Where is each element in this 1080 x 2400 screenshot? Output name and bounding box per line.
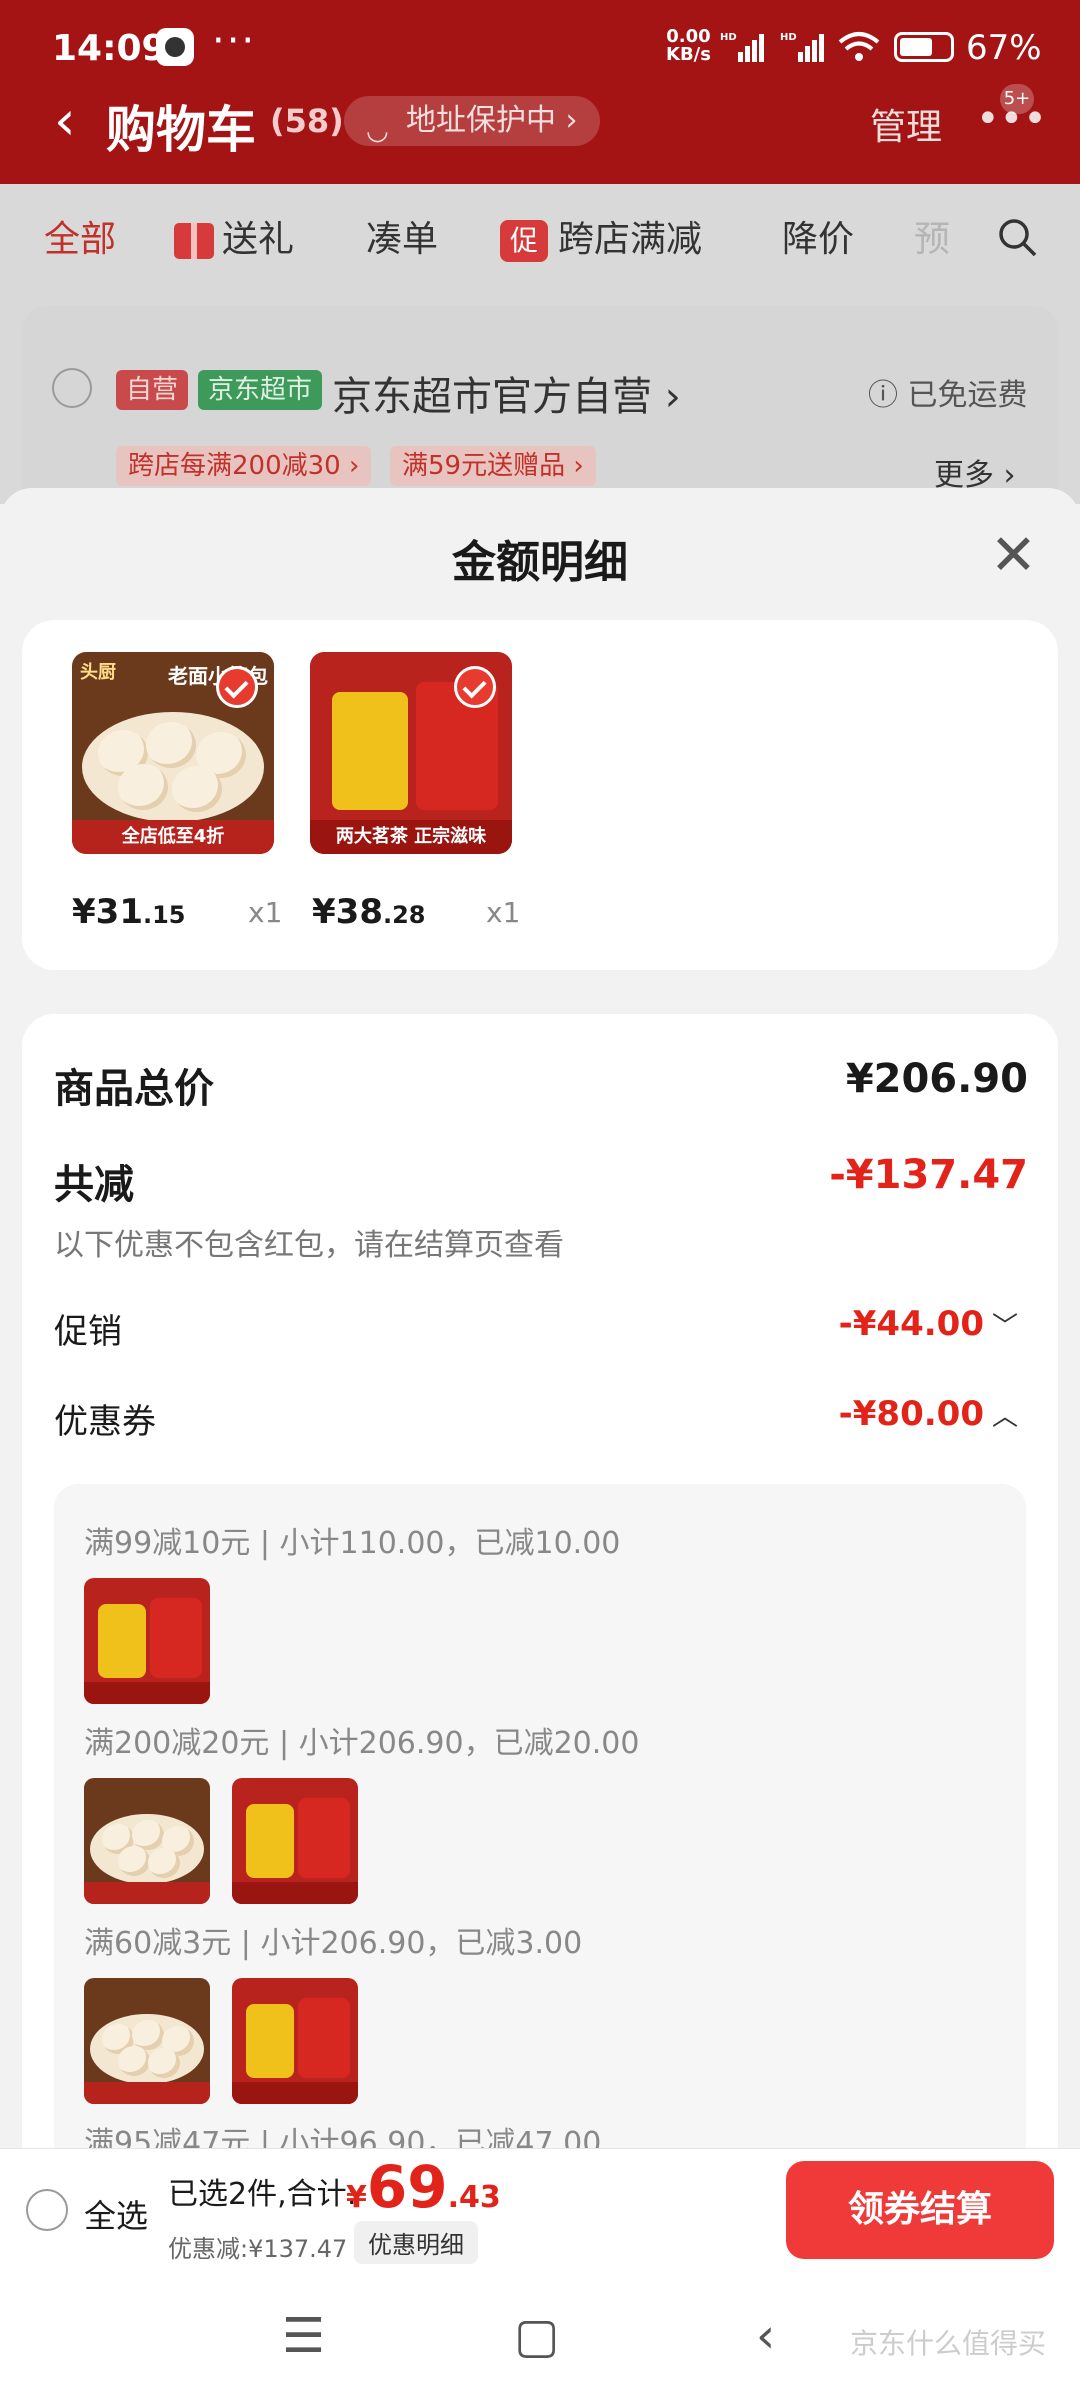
jd-supermarket-tag: 京东超市 <box>198 370 323 410</box>
coupon-product-tea <box>232 1778 358 1904</box>
tab-price-drop[interactable]: 降价 <box>782 214 854 266</box>
self-operated-tag: 自营 <box>116 370 189 410</box>
product-price: ¥38.28 <box>312 892 426 932</box>
home-icon[interactable]: ▢ <box>514 2308 559 2364</box>
price-dec: .28 <box>382 901 426 929</box>
amount-detail-sheet: 金额明细 ✕ 头厨 老面小笼包 全店低至4折 ¥31.15 x1 两大茗茶 正宗… <box>0 488 1080 2148</box>
total-price: ¥69.43 <box>346 2153 501 2221</box>
promo-tag: 促 <box>500 220 549 262</box>
back-icon[interactable]: ‹ <box>54 94 76 148</box>
coupon-detail-box: 满99减10元 | 小计110.00，已减10.00 满200减20元 | 小计… <box>54 1484 1026 2148</box>
chevron-up-icon: ︿ <box>991 1402 1018 1432</box>
net-speed-unit: KB/s <box>666 44 711 65</box>
checkout-bar: 全选 已选2件,合计: ¥69.43 优惠减:¥137.47 优惠明细 领券结算 <box>0 2148 1080 2275</box>
discount-amount: 优惠减:¥137.47 <box>168 2235 348 2263</box>
select-all-radio[interactable] <box>26 2189 68 2231</box>
coupon-product-bun <box>84 1978 210 2104</box>
discount-note: 以下优惠不包含红包，请在结算页查看 <box>54 1228 564 1263</box>
checkout-button[interactable]: 领券结算 <box>786 2161 1054 2259</box>
coupon-line: 满99减10元 | 小计110.00，已减10.00 <box>84 1526 621 1561</box>
total-label: 商品总价 <box>54 1066 214 1112</box>
coupon-line: 满95减47元 | 小计96.90，已减47.00 <box>84 2126 602 2148</box>
coupon-value: -¥80.00 <box>838 1394 984 1434</box>
selected-count: 已选2件,合计: <box>168 2177 357 2212</box>
promo-chip[interactable]: 满59元送赠品 › <box>390 446 596 486</box>
coupon-product-bun <box>84 1778 210 1904</box>
menu-icon[interactable]: ☰ <box>282 2308 325 2364</box>
net-speed: 0.00 KB/s <box>666 28 711 64</box>
tab-gift-label: 送礼 <box>222 219 295 260</box>
signal-icon: HD <box>780 32 824 62</box>
free-shipping-label: ⓘ 已免运费 <box>868 378 1028 413</box>
svg-text:HD: HD <box>720 32 737 43</box>
system-nav-bar: ☰ ▢ ‹ 京东什么值得买 <box>0 2274 1080 2400</box>
wifi-icon <box>838 32 880 61</box>
tab-all[interactable]: 全部 <box>44 214 116 266</box>
gift-icon <box>174 223 214 259</box>
store-name[interactable]: 京东超市官方自营 › <box>332 364 681 422</box>
tab-cross-store[interactable]: 促跨店满减 <box>500 214 702 266</box>
promo-label: 促销 <box>54 1312 122 1352</box>
cart-count: (58) <box>270 102 344 140</box>
watermark: 京东什么值得买 <box>850 2327 1047 2360</box>
total-dec: .43 <box>447 2180 501 2215</box>
promo-chip[interactable]: 跨店每满200减30 › <box>116 446 372 486</box>
chevron-down-icon: ﹀ <box>991 1312 1018 1342</box>
product-brand: 头厨 <box>80 662 116 683</box>
total-int: 69 <box>366 2153 448 2221</box>
battery-icon <box>894 32 954 62</box>
shield-icon: ◡ <box>366 116 389 146</box>
product-price: ¥31.15 <box>72 892 186 932</box>
coupon-line: 满200减20元 | 小计206.90，已减20.00 <box>84 1726 640 1761</box>
reduce-label: 共减 <box>54 1162 134 1208</box>
tab-presale[interactable]: 预 <box>914 214 950 266</box>
select-all-label[interactable]: 全选 <box>84 2191 148 2237</box>
discount-detail-button[interactable]: 优惠明细 <box>354 2221 478 2264</box>
promo-value: -¥44.00 <box>838 1304 984 1344</box>
promo-row[interactable]: -¥44.00 ﹀ <box>839 1304 1018 1344</box>
address-protection-label: 地址保护中 › <box>406 103 578 138</box>
coupon-label: 优惠券 <box>54 1402 156 1442</box>
product-banner: 两大茗茶 正宗滋味 <box>310 820 512 854</box>
product-qty: x1 <box>486 896 521 929</box>
store-select-radio[interactable] <box>52 368 92 408</box>
price-int: ¥31 <box>72 892 143 932</box>
tab-gift[interactable]: 送礼 <box>174 214 294 266</box>
tab-cross-store-label: 跨店满减 <box>558 219 703 260</box>
coupon-line: 满60减3元 | 小计206.90，已减3.00 <box>84 1926 583 1961</box>
address-protection-button[interactable]: ◡ 地址保护中 › <box>344 96 600 146</box>
reduce-value: -¥137.47 <box>829 1152 1028 1198</box>
breakdown-card: 商品总价 ¥206.90 共减 -¥137.47 以下优惠不包含红包，请在结算页… <box>22 1014 1058 2148</box>
manage-button[interactable]: 管理 <box>870 98 942 150</box>
price-dec: .15 <box>142 901 186 929</box>
coupon-row[interactable]: -¥80.00 ︿ <box>839 1394 1018 1434</box>
sheet-title: 金额明细 <box>452 537 628 588</box>
close-icon[interactable]: ✕ <box>990 528 1037 584</box>
status-dots: ··· <box>212 18 257 64</box>
product-banner: 全店低至4折 <box>72 820 274 854</box>
status-time: 14:09 <box>52 28 167 69</box>
coupon-product-tea <box>84 1578 210 1704</box>
svg-text:HD: HD <box>780 32 797 43</box>
back-nav-icon[interactable]: ‹ <box>756 2308 775 2364</box>
product-qty: x1 <box>248 896 283 929</box>
selected-check-icon[interactable] <box>454 666 496 708</box>
more-badge: 5+ <box>1000 84 1034 114</box>
battery-percent: 67% <box>966 28 1042 68</box>
app-notification-icon <box>156 28 194 66</box>
filter-tabs: 全部 送礼 凑单 促跨店满减 降价 预 <box>0 184 1080 304</box>
search-icon[interactable] <box>996 216 1038 258</box>
product-card: 头厨 老面小笼包 全店低至4折 ¥31.15 x1 两大茗茶 正宗滋味 ¥38.… <box>22 620 1058 970</box>
selected-check-icon[interactable] <box>216 666 258 708</box>
signal-icon: HD <box>720 32 764 62</box>
app-header: 14:09 ··· 0.00 KB/s HD HD 67% ‹ 购物车 (58)… <box>0 0 1080 184</box>
total-value: ¥206.90 <box>845 1056 1028 1102</box>
coupon-product-tea <box>232 1978 358 2104</box>
total-currency: ¥ <box>346 2180 367 2215</box>
tab-addon[interactable]: 凑单 <box>366 214 438 266</box>
price-int: ¥38 <box>312 892 383 932</box>
page-title: 购物车 <box>106 101 256 159</box>
